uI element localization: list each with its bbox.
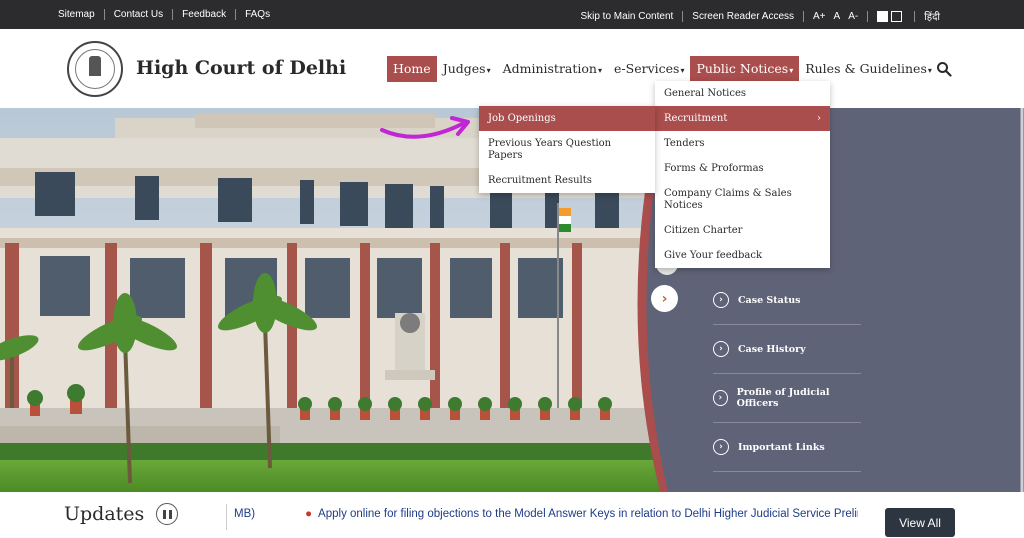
emblem-lion-capital xyxy=(89,56,101,76)
quick-link-important-links[interactable]: › Important Links xyxy=(713,423,861,472)
contact-us-link[interactable]: Contact Us xyxy=(114,9,163,20)
slider-next-button[interactable]: › xyxy=(651,285,678,312)
main-nav: Home Judges▾ Administration▾ e-Services▾… xyxy=(387,56,938,82)
font-decrease-button[interactable]: A- xyxy=(848,11,858,22)
annotation-arrow-icon xyxy=(380,116,470,139)
nav-e-services-label: e-Services xyxy=(614,61,680,76)
nav-home[interactable]: Home xyxy=(387,56,437,82)
skip-to-main-link[interactable]: Skip to Main Content xyxy=(580,11,673,22)
dropdown-recruitment[interactable]: Recruitment › xyxy=(655,106,830,131)
light-contrast-button[interactable] xyxy=(877,10,889,22)
pause-ticker-button[interactable] xyxy=(156,503,178,525)
quick-link-label: Profile of Judicial Officers xyxy=(736,387,830,409)
nav-rules-guidelines[interactable]: Rules & Guidelines▾ xyxy=(799,56,938,82)
dark-contrast-button[interactable] xyxy=(891,10,903,22)
screen-reader-link[interactable]: Screen Reader Access xyxy=(692,11,794,22)
dropdown-citizen-charter[interactable]: Citizen Charter xyxy=(655,218,830,243)
divider xyxy=(172,9,174,20)
dropdown-company-claims[interactable]: Company Claims & Sales Notices xyxy=(655,181,830,218)
bullet-icon: ● xyxy=(305,508,313,520)
quick-link-label: Case History xyxy=(738,343,806,355)
site-header: High Court of Delhi Home Judges▾ Adminis… xyxy=(0,29,1024,108)
nav-judges-label: Judges xyxy=(442,61,486,76)
divider xyxy=(226,504,227,530)
court-emblem-logo[interactable] xyxy=(67,41,123,97)
sitemap-link[interactable]: Sitemap xyxy=(58,9,95,20)
divider xyxy=(235,9,237,20)
quick-link-label: Important Links xyxy=(738,441,825,453)
divider xyxy=(682,10,684,22)
recruitment-submenu: Job Openings Previous Years Question Pap… xyxy=(479,106,655,193)
chevron-right-icon: › xyxy=(713,390,728,406)
dropdown-recruitment-label: Recruitment xyxy=(664,113,728,124)
chevron-down-icon: ▾ xyxy=(927,66,932,75)
quick-link-judicial-officers[interactable]: › Profile of Judicial Officers xyxy=(713,374,861,423)
search-icon[interactable] xyxy=(936,61,952,77)
dropdown-forms-proformas[interactable]: Forms & Proformas xyxy=(655,156,830,181)
updates-ticker[interactable]: MB) ● Apply online for filing objections t… xyxy=(234,508,858,520)
nav-judges[interactable]: Judges▾ xyxy=(437,56,497,82)
submenu-job-openings[interactable]: Job Openings xyxy=(479,106,655,131)
chevron-right-icon: › xyxy=(713,439,729,455)
ticker-text[interactable]: Apply online for filing objections to th… xyxy=(318,508,858,520)
submenu-previous-papers[interactable]: Previous Years Question Papers xyxy=(479,131,655,168)
updates-bar: Updates MB) ● Apply online for filing obje… xyxy=(0,492,1024,538)
font-normal-button[interactable]: A xyxy=(834,11,841,22)
chevron-down-icon: ▾ xyxy=(789,66,794,75)
divider xyxy=(867,10,869,22)
ticker-prefix: MB) xyxy=(234,508,256,520)
site-title[interactable]: High Court of Delhi xyxy=(136,57,346,79)
top-left-links: Sitemap Contact Us Feedback FAQs xyxy=(58,9,270,20)
view-all-button[interactable]: View All xyxy=(885,508,955,537)
quick-link-case-history[interactable]: › Case History xyxy=(713,325,861,374)
chevron-down-icon: ▾ xyxy=(680,66,685,75)
dropdown-give-feedback[interactable]: Give Your feedback xyxy=(655,243,830,268)
faqs-link[interactable]: FAQs xyxy=(245,9,270,20)
pause-icon xyxy=(168,509,172,519)
pause-icon xyxy=(162,509,166,519)
submenu-recruitment-results[interactable]: Recruitment Results xyxy=(479,168,655,193)
divider xyxy=(103,9,105,20)
top-right-links: Skip to Main Content Screen Reader Acces… xyxy=(580,9,940,23)
chevron-right-icon: › xyxy=(713,292,729,308)
chevron-down-icon: ▾ xyxy=(598,66,603,75)
hindi-language-link[interactable]: हिंदी xyxy=(924,9,940,23)
chevron-down-icon: ▾ xyxy=(486,66,491,75)
nav-e-services[interactable]: e-Services▾ xyxy=(608,56,690,82)
feedback-link[interactable]: Feedback xyxy=(182,9,226,20)
nav-home-label: Home xyxy=(393,61,431,76)
updates-title: Updates xyxy=(64,503,145,525)
nav-public-notices-label: Public Notices xyxy=(696,61,789,76)
quick-link-label: Case Status xyxy=(738,294,801,306)
nav-administration-label: Administration xyxy=(502,61,597,76)
quick-link-case-status[interactable]: › Case Status xyxy=(713,276,861,325)
font-increase-button[interactable]: A+ xyxy=(813,11,826,22)
chevron-right-icon: › xyxy=(713,341,729,357)
divider xyxy=(803,10,804,22)
quick-links-panel: › Case Status › Case History › Profile of J… xyxy=(713,276,861,472)
nav-rules-label: Rules & Guidelines xyxy=(805,61,927,76)
dropdown-general-notices[interactable]: General Notices xyxy=(655,81,830,106)
public-notices-dropdown: General Notices Recruitment › Tenders Fo… xyxy=(655,81,830,268)
nav-administration[interactable]: Administration▾ xyxy=(497,56,608,82)
nav-public-notices[interactable]: Public Notices▾ xyxy=(690,56,800,82)
chevron-right-icon: › xyxy=(817,113,821,124)
dropdown-tenders[interactable]: Tenders xyxy=(655,131,830,156)
divider xyxy=(914,10,916,22)
top-utility-bar: Sitemap Contact Us Feedback FAQs Skip to… xyxy=(0,0,1024,29)
